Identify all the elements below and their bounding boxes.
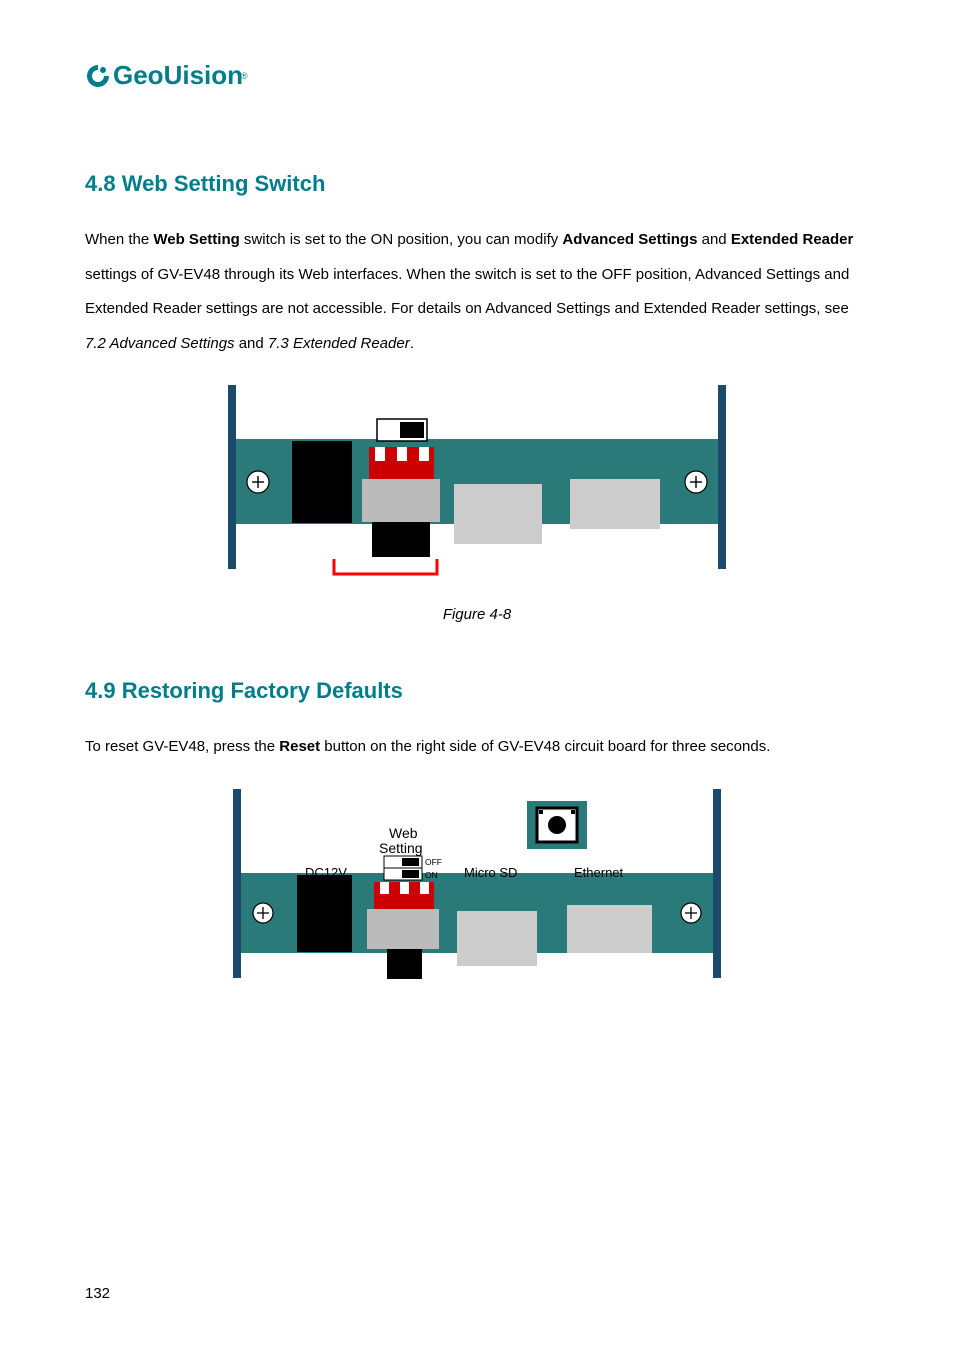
diagram-reset: Web Setting OFF ON (85, 783, 869, 988)
section2-body: To reset GV-EV48, press the Reset button… (85, 730, 869, 765)
svg-text:Ethernet: Ethernet (574, 865, 624, 880)
svg-text:Web: Web (389, 825, 418, 841)
diagram-web-setting: DC12V Micro SD Ethernet (85, 379, 869, 584)
page-number: 132 (85, 1285, 110, 1302)
dc12v-label: DC12V (302, 421, 350, 438)
logo-tm: ® (241, 71, 248, 81)
logo: GeoUision ® (85, 60, 869, 91)
figure-4-8-label: Figure 4-8 (85, 606, 869, 623)
section-title-restoring: 4.9 Restoring Factory Defaults (85, 678, 869, 704)
section-title-web-setting: 4.8 Web Setting Switch (85, 171, 869, 197)
logo-icon (85, 63, 111, 89)
microsd-label: Micro SD (462, 421, 524, 438)
svg-text:ON: ON (425, 870, 438, 880)
svg-text:OFF: OFF (425, 857, 442, 867)
section1-body: When the Web Setting switch is set to th… (85, 223, 869, 361)
svg-text:DC12V: DC12V (305, 865, 347, 880)
ethernet-label: Ethernet (574, 421, 632, 438)
svg-text:Micro SD: Micro SD (464, 865, 517, 880)
svg-text:Setting: Setting (379, 840, 423, 856)
logo-text: GeoUision (113, 60, 243, 91)
